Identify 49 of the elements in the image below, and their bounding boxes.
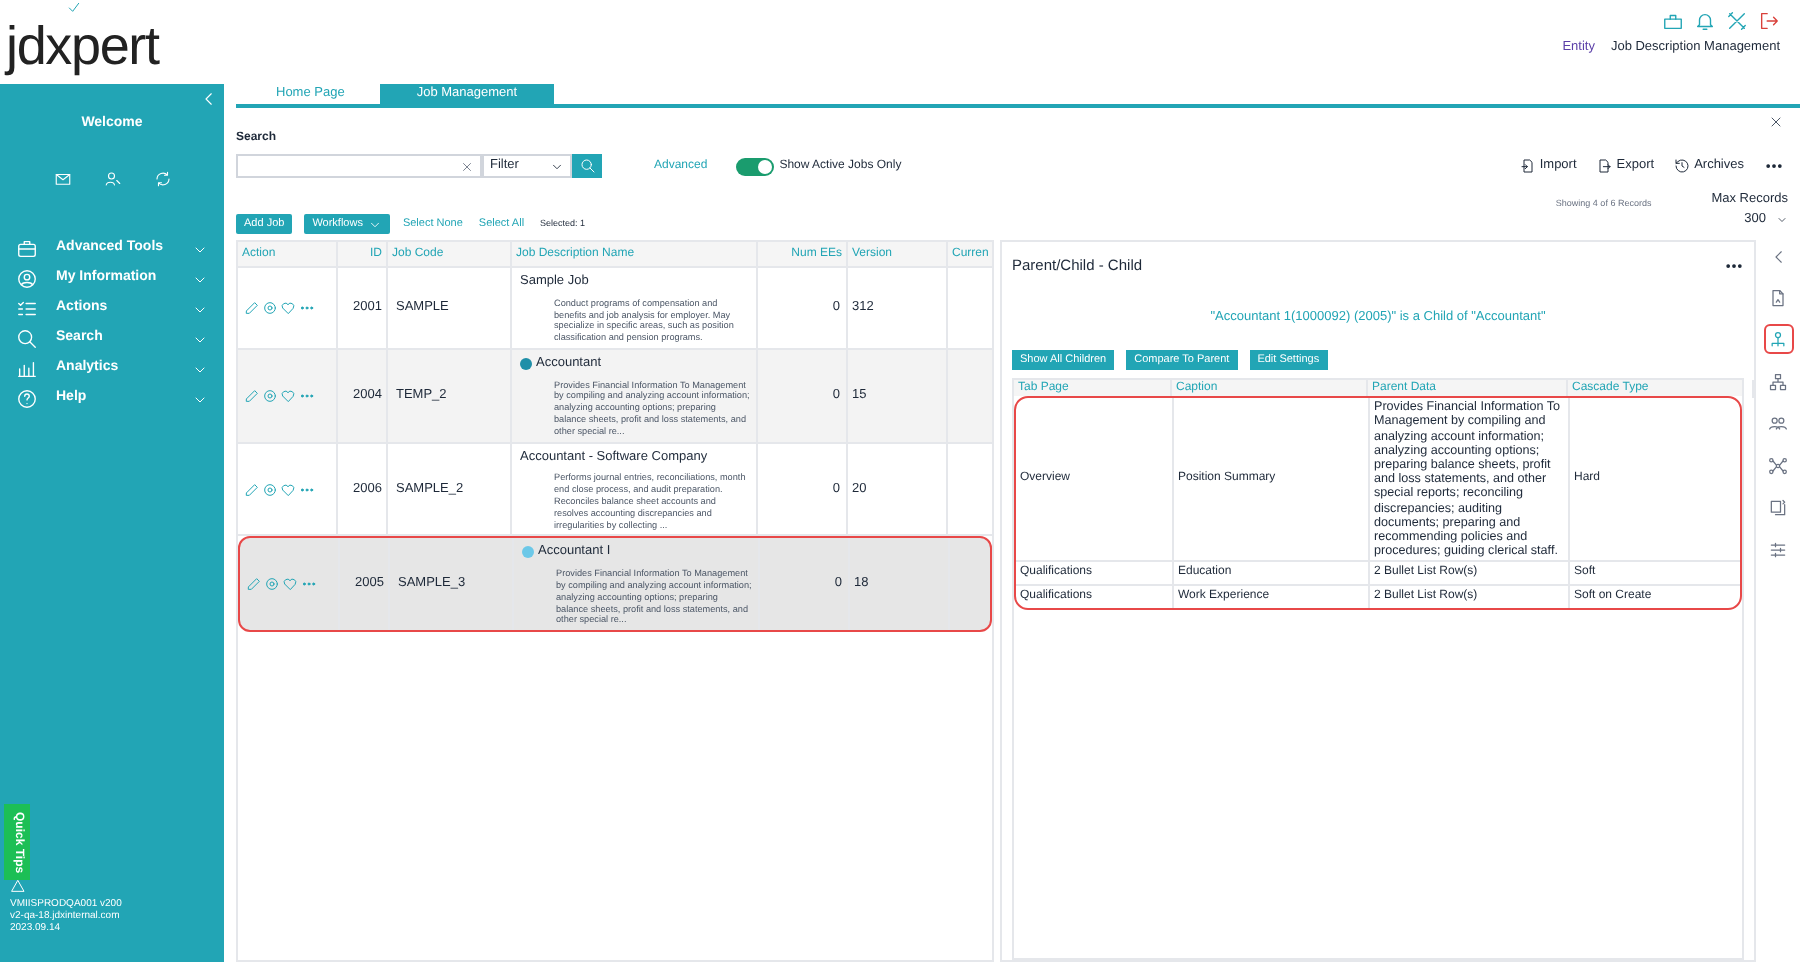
gear-icon <box>262 387 278 404</box>
chevron-down-icon <box>368 217 383 231</box>
edit-icon <box>244 481 260 498</box>
gear-icon <box>262 481 278 498</box>
logo: jdxpert <box>6 16 159 76</box>
group-icon <box>1768 413 1788 433</box>
edit-icon <box>244 299 260 316</box>
bar-chart-icon <box>16 358 38 380</box>
logout-icon <box>1758 10 1780 32</box>
history-icon <box>1674 158 1691 174</box>
checklist-icon <box>16 298 38 320</box>
heart-icon <box>282 576 298 593</box>
import-icon <box>1519 158 1536 174</box>
briefcase-icon <box>16 238 38 260</box>
search-icon <box>16 328 38 350</box>
search-button[interactable] <box>572 154 602 178</box>
search-icon <box>579 158 595 174</box>
document-icon <box>1768 287 1788 307</box>
gear-icon <box>262 299 278 316</box>
warning-icon <box>10 878 26 894</box>
close-icon <box>1768 114 1784 130</box>
heart-icon <box>280 299 296 316</box>
network-icon <box>1768 455 1788 475</box>
export-icon <box>1596 158 1613 174</box>
heart-icon <box>280 387 296 404</box>
sync-icon <box>153 169 171 187</box>
chevron-down-icon <box>1776 213 1788 226</box>
person-icon <box>16 268 38 290</box>
bell-icon <box>1694 10 1716 32</box>
edit-icon <box>244 387 260 404</box>
clear-icon <box>460 159 474 173</box>
gear-icon <box>264 576 280 593</box>
check-icon <box>66 0 82 16</box>
sliders-icon <box>1768 539 1788 559</box>
briefcase-icon <box>1662 10 1684 32</box>
org-chart-icon <box>1768 371 1788 391</box>
search-field[interactable] <box>236 154 482 178</box>
tools-icon <box>1726 10 1748 32</box>
user-settings-icon <box>103 169 121 187</box>
hierarchy-tab[interactable] <box>1763 324 1793 354</box>
help-icon <box>16 388 38 410</box>
hierarchy-icon <box>1768 329 1788 349</box>
mail-icon <box>53 169 71 187</box>
toggle-switch[interactable] <box>735 157 774 175</box>
heart-icon <box>280 481 296 498</box>
edit-icon <box>246 576 262 593</box>
compare-icon <box>1768 497 1788 517</box>
collapse-icon <box>200 90 218 108</box>
chevron-down-icon <box>550 159 564 173</box>
